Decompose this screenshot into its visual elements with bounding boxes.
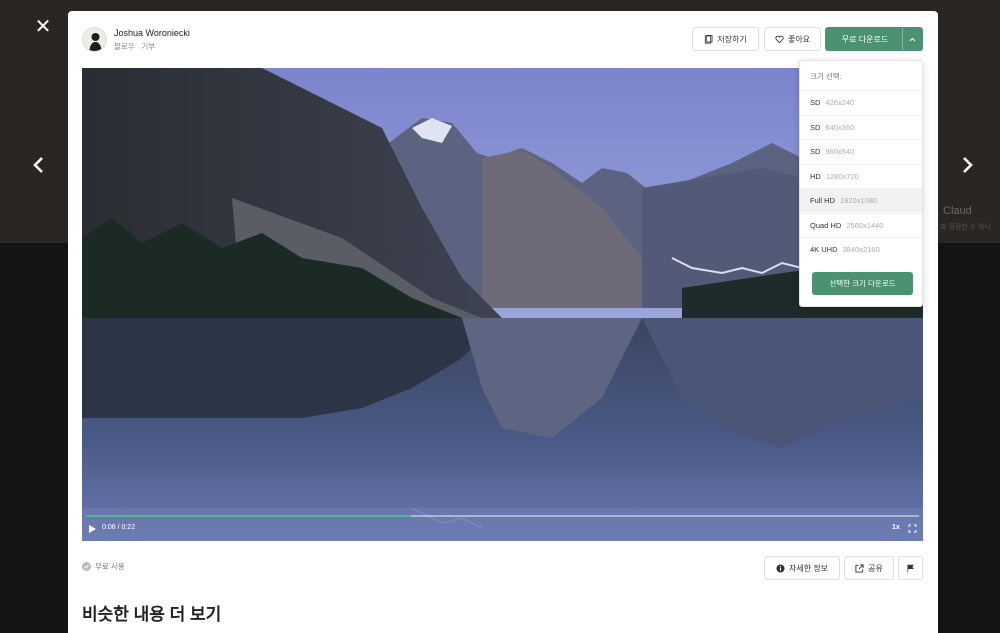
size-option[interactable]: SD 960x540	[800, 139, 922, 163]
download-label: 무료 다운로드	[841, 34, 889, 44]
share-icon	[855, 563, 864, 573]
modal-header: Joshua Woroniecki 팔로우 · 기부 저장하기 좋아요 무료 다…	[82, 25, 924, 55]
size-option[interactable]: HD 1280x720	[800, 164, 922, 188]
bookmark-icon	[705, 34, 713, 44]
size-quality: 4K UHD	[810, 245, 838, 254]
download-selected-size-button[interactable]: 선택한 크기 다운로드	[812, 272, 913, 295]
next-arrow-icon[interactable]	[955, 153, 979, 177]
size-resolution: 426x240	[825, 98, 855, 107]
license-label: 무료 사용	[95, 562, 125, 571]
speed-button[interactable]: 1x	[892, 524, 900, 531]
video-frame	[82, 68, 923, 541]
size-resolution: 1920x1080	[840, 196, 878, 205]
size-resolution: 2560x1440	[846, 221, 884, 230]
size-quality: Full HD	[810, 196, 836, 205]
size-dropdown: 크기 선택: SD 426x240 SD 640x360 SD 960x540 …	[799, 60, 923, 307]
time-display: 0:08 / 0:22	[102, 524, 136, 531]
heart-icon	[775, 35, 784, 43]
similar-content-title: 비슷한 내용 더 보기	[82, 605, 222, 624]
progress-fill	[86, 515, 411, 517]
avatar[interactable]	[82, 27, 107, 52]
like-label: 좋아요	[787, 34, 811, 44]
video-player[interactable]: 0:08 / 0:22 1x	[82, 68, 923, 541]
previous-arrow-icon[interactable]	[27, 153, 51, 177]
size-option[interactable]: SD 426x240	[800, 90, 922, 114]
details-label: 자세한 정보	[788, 563, 829, 573]
details-button[interactable]: 자세한 정보	[764, 556, 840, 580]
play-icon[interactable]	[88, 524, 97, 534]
share-label: 공유	[868, 563, 883, 573]
size-quality: HD	[810, 172, 821, 181]
size-quality: SD	[810, 98, 821, 107]
close-icon[interactable]: ✕	[32, 16, 54, 38]
author-actions[interactable]: 팔로우 · 기부	[114, 41, 155, 52]
size-menu-title: 크기 선택:	[810, 72, 842, 81]
chevron-up-icon[interactable]	[902, 28, 922, 50]
size-resolution: 960x540	[825, 147, 855, 156]
flag-icon	[907, 564, 914, 573]
save-button[interactable]: 저장하기	[692, 27, 759, 51]
video-modal: Joshua Woroniecki 팔로우 · 기부 저장하기 좋아요 무료 다…	[68, 11, 938, 633]
backdrop-text: Claud	[943, 205, 972, 217]
video-controls: 0:08 / 0:22 1x	[82, 515, 923, 541]
license-info[interactable]: 무료 사용	[82, 561, 125, 572]
save-label: 저장하기	[717, 34, 747, 44]
fullscreen-icon[interactable]	[908, 524, 917, 533]
check-icon	[82, 562, 91, 571]
free-download-button[interactable]: 무료 다운로드	[825, 27, 923, 51]
size-option[interactable]: SD 640x360	[800, 115, 922, 139]
report-button[interactable]	[898, 556, 923, 580]
like-button[interactable]: 좋아요	[764, 27, 821, 51]
size-quality: SD	[810, 147, 821, 156]
backdrop-subtext: 과 정장한 수 아니	[940, 224, 991, 231]
size-quality: Quad HD	[810, 221, 842, 230]
author-name[interactable]: Joshua Woroniecki	[114, 28, 190, 38]
size-quality: SD	[810, 123, 821, 132]
size-resolution: 640x360	[825, 123, 855, 132]
size-option[interactable]: Quad HD 2560x1440	[800, 213, 922, 237]
size-option-selected[interactable]: Full HD 1920x1080	[800, 188, 922, 212]
info-icon	[776, 563, 785, 573]
size-option[interactable]: 4K UHD 3840x2160	[800, 237, 922, 261]
share-button[interactable]: 공유	[844, 556, 894, 580]
size-resolution: 3840x2160	[842, 245, 880, 254]
size-resolution: 1280x720	[825, 172, 859, 181]
progress-bar[interactable]	[86, 515, 919, 517]
